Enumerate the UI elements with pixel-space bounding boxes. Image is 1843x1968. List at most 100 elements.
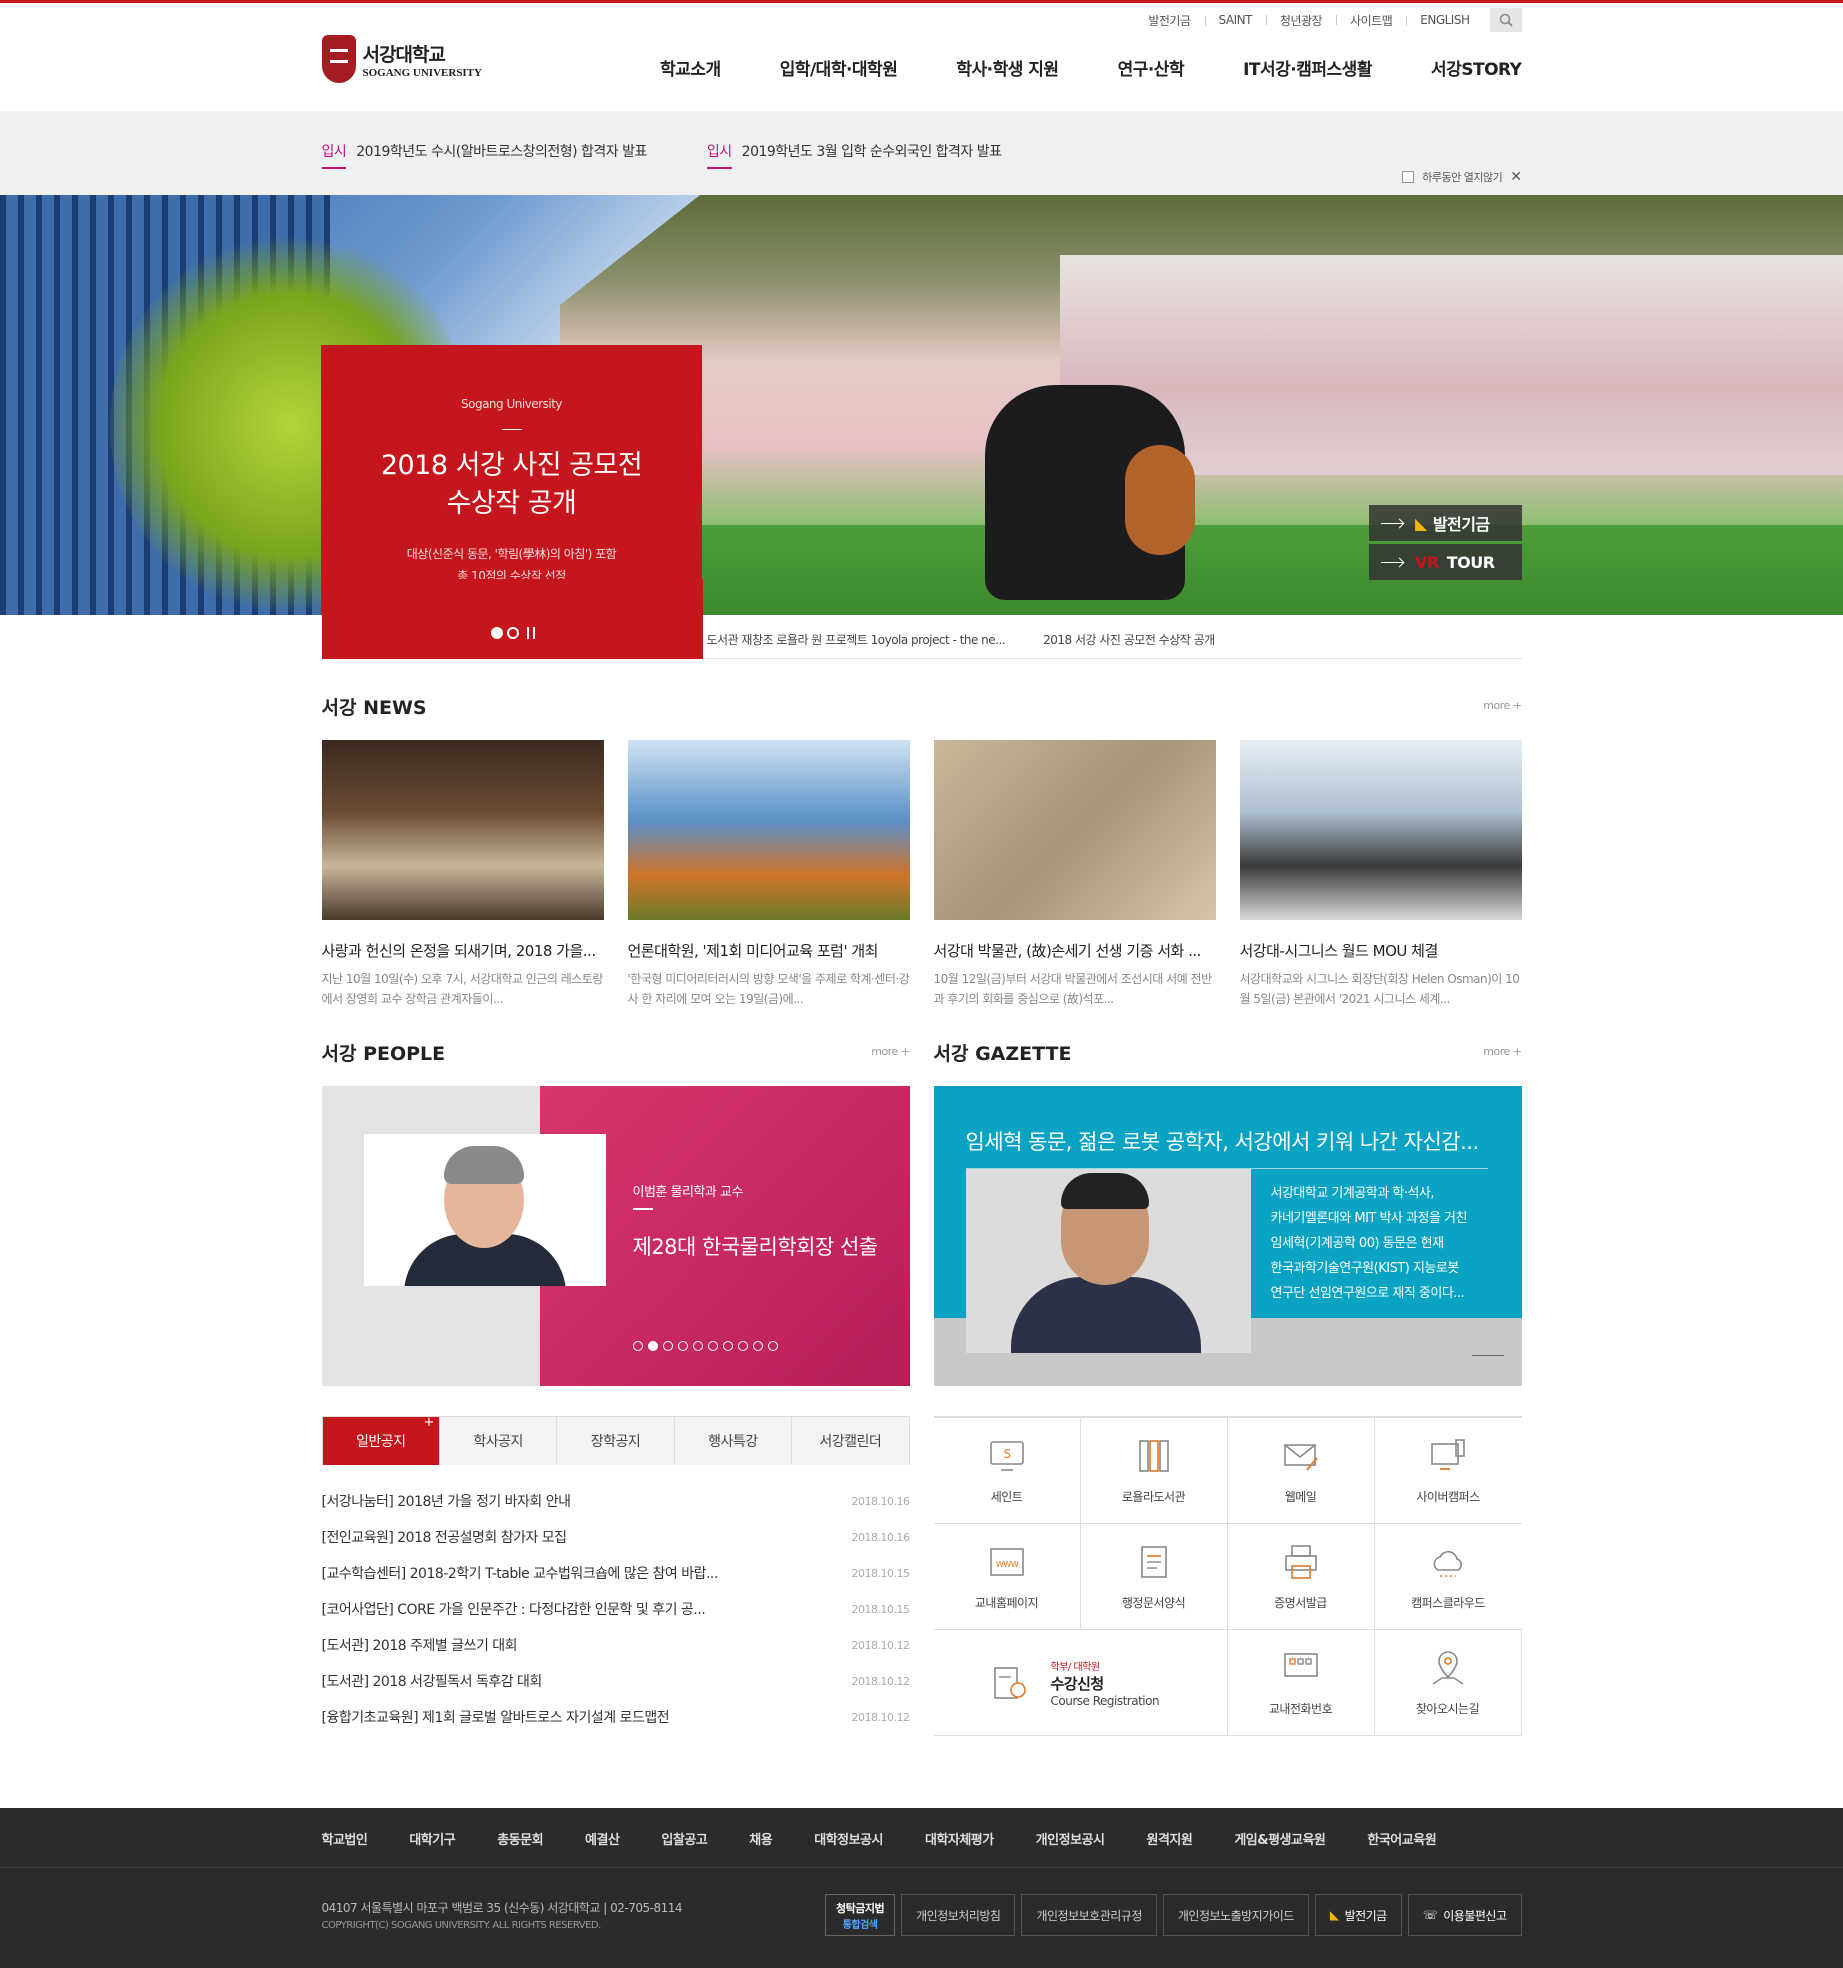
search-icon[interactable]: [1489, 8, 1522, 32]
pager-dot[interactable]: [677, 1341, 688, 1351]
util-sitemap-link[interactable]: 사이트맵: [1336, 12, 1406, 29]
footer-fund-button[interactable]: ◣ 발전기금: [1314, 1894, 1402, 1936]
hero-title-list: 도서관 재창조 로욜라 원 프로젝트 1oyola project - the …: [707, 631, 1253, 648]
hero-list-item[interactable]: 도서관 재창조 로욜라 원 프로젝트 1oyola project - the …: [707, 631, 1006, 648]
slide-dot[interactable]: [491, 627, 503, 639]
footer-info: 04107 서울특별시 마포구 백범로 35 (신수동) 서강대학교 | 02-…: [322, 1900, 683, 1934]
tab-calendar[interactable]: 서강캘린더: [792, 1417, 909, 1465]
close-icon[interactable]: ✕: [1510, 169, 1522, 185]
tab-general[interactable]: 일반공지: [322, 1415, 440, 1465]
footer-link[interactable]: 예결산: [585, 1829, 620, 1848]
footer-link[interactable]: 총동문회: [497, 1829, 543, 1848]
anti-graft-button[interactable]: 청탁금지법 통합검색: [825, 1894, 896, 1936]
pager-dot[interactable]: [632, 1341, 643, 1351]
news-card-title: 사랑과 헌신의 온정을 되새기며, 2018 가을...: [321, 942, 597, 960]
quick-library[interactable]: 로욜라도서관: [1080, 1418, 1228, 1524]
footer-link[interactable]: 대학정보공시: [814, 1829, 883, 1848]
notice-row[interactable]: [전인교육원] 2018 전공설명회 참가자 모집 2018.10.16: [322, 1519, 910, 1555]
util-english-link[interactable]: ENGLISH: [1406, 13, 1483, 27]
pager-dot[interactable]: [707, 1341, 718, 1351]
footer-link[interactable]: 한국어교육원: [1367, 1829, 1436, 1848]
notice-bar-item[interactable]: 입시 2019학년도 수시(알바트로스창의전형) 합격자 발표: [321, 141, 647, 169]
map-pin-icon: [1432, 1651, 1463, 1685]
header-wrap: 발전기금 SAINT 청년광장 사이트맵 ENGLISH 서강대학교 SOGAN…: [321, 3, 1522, 111]
quick-cloud[interactable]: 캠퍼스클라우드: [1374, 1524, 1522, 1630]
pager-dot[interactable]: [662, 1341, 673, 1351]
footer-link[interactable]: 원격지원: [1146, 1829, 1192, 1848]
arrow-right-icon[interactable]: [1471, 1355, 1504, 1356]
news-image-dinner: [321, 740, 604, 920]
footer-link[interactable]: 게임&평생교육원: [1234, 1829, 1326, 1848]
nav-admission[interactable]: 입학/대학·대학원: [780, 55, 898, 80]
svg-text:WWW: WWW: [995, 1560, 1018, 1569]
quick-forms[interactable]: 행정문서양식: [1080, 1524, 1228, 1630]
privacy-guide-button[interactable]: 개인정보노출방지가이드: [1162, 1894, 1309, 1936]
hero-title-line2: 수상작 공개: [446, 488, 577, 519]
notice-row[interactable]: [교수학습센터] 2018-2학기 T-table 교수법워크숍에 많은 참여 …: [322, 1555, 910, 1591]
slide-dot[interactable]: [507, 627, 519, 639]
fund-button[interactable]: ◣ 발전기금: [1369, 505, 1522, 541]
people-banner[interactable]: 이범훈 물리학과 교수 제28대 한국물리학회장 선출: [321, 1086, 910, 1386]
gazette-banner[interactable]: 임세혁 동문, 젊은 로봇 공학자, 서강에서 키워 나간 자신감... 서강대…: [933, 1086, 1522, 1386]
quick-webmail[interactable]: 웹메일: [1227, 1418, 1375, 1524]
nav-story[interactable]: 서강STORY: [1431, 55, 1522, 80]
nav-academic[interactable]: 학사·학생 지원: [956, 55, 1059, 80]
footer-link[interactable]: 대학기구: [409, 1829, 455, 1848]
quick-directions[interactable]: 찾아오시는길: [1374, 1630, 1522, 1736]
quick-certificate[interactable]: 증명서발급: [1227, 1524, 1375, 1630]
news-card[interactable]: 서강대 박물관, (故)손세기 선생 기증 서화 ... 10월 12일(금)부…: [933, 740, 1216, 1009]
news-card[interactable]: 언론대학원, '제1회 미디어교육 포럼' 개최 '한국형 미디어리터러시의 방…: [627, 740, 910, 1009]
quick-course-registration[interactable]: 학부/ 대학원 수강신청 Course Registration: [933, 1630, 1228, 1736]
footer-link[interactable]: 학교법인: [322, 1829, 368, 1848]
privacy-rules-button[interactable]: 개인정보보호관리규정: [1021, 1894, 1157, 1936]
quick-phonebook[interactable]: 교내전화번호: [1227, 1630, 1375, 1736]
util-fund-link[interactable]: 발전기금: [1134, 12, 1204, 29]
people-more-link[interactable]: more +: [871, 1045, 910, 1058]
news-card-desc: 서강대학교와 시그니스 회장단(회장 Helen Osman)이 10월 5일(…: [1239, 972, 1520, 1006]
vr-tour-button[interactable]: VR TOUR: [1369, 544, 1522, 580]
tab-events[interactable]: 행사특강: [674, 1417, 793, 1465]
notice-row[interactable]: [융합기초교육원] 제1회 글로벌 알바트로스 자기설계 로드맵전 2018.10…: [322, 1699, 910, 1735]
hero-caption-box[interactable]: Sogang University 2018 서강 사진 공모전 수상작 공개 …: [321, 345, 702, 615]
university-logo[interactable]: 서강대학교 SOGANG UNIVERSITY: [321, 35, 482, 83]
quick-cyber-campus[interactable]: 사이버캠퍼스: [1374, 1418, 1522, 1524]
bird-icon: ◣: [1329, 1908, 1339, 1922]
util-saint-link[interactable]: SAINT: [1204, 13, 1266, 27]
news-card[interactable]: 사랑과 헌신의 온정을 되새기며, 2018 가을... 지난 10월 10일(…: [321, 740, 604, 1009]
pager-dot[interactable]: [647, 1341, 658, 1351]
close-today-checkbox[interactable]: [1402, 171, 1415, 183]
nav-research[interactable]: 연구·산학: [1118, 55, 1185, 80]
pager-dot[interactable]: [752, 1341, 763, 1351]
notice-row[interactable]: [도서관] 2018 주제별 글쓰기 대회 2018.10.12: [322, 1627, 910, 1663]
gazette-more-link[interactable]: more +: [1483, 1045, 1522, 1058]
util-youth-link[interactable]: 청년광장: [1265, 12, 1336, 29]
footer-link[interactable]: 채용: [749, 1829, 772, 1848]
news-card[interactable]: 서강대-시그니스 월드 MOU 체결 서강대학교와 시그니스 회장단(회장 He…: [1239, 740, 1522, 1009]
footer-link[interactable]: 입찰공고: [661, 1829, 707, 1848]
utility-menu: 발전기금 SAINT 청년광장 사이트맵 ENGLISH: [1134, 8, 1522, 32]
pause-icon[interactable]: [527, 627, 535, 639]
privacy-policy-button[interactable]: 개인정보처리방침: [901, 1894, 1016, 1936]
pager-dot[interactable]: [722, 1341, 733, 1351]
pager-dot[interactable]: [767, 1341, 778, 1351]
news-more-link[interactable]: more +: [1483, 699, 1522, 712]
tab-academic[interactable]: 학사공지: [439, 1417, 558, 1465]
notice-row[interactable]: [도서관] 2018 서강필독서 독후감 대회 2018.10.12: [322, 1663, 910, 1699]
tab-scholarship[interactable]: 장학공지: [557, 1417, 675, 1465]
hero-list-item[interactable]: 2018 서강 사진 공모전 수상작 공개: [1043, 631, 1215, 648]
notice-bar-item[interactable]: 입시 2019학년도 3월 입학 순수외국인 합격자 발표: [706, 141, 1002, 169]
footer-link[interactable]: 대학자체평가: [925, 1829, 994, 1848]
pager-dot[interactable]: [692, 1341, 703, 1351]
nav-about[interactable]: 학교소개: [660, 55, 721, 80]
news-card-title: 언론대학원, '제1회 미디어교육 포럼' 개최: [627, 942, 879, 960]
notice-row[interactable]: [서강나눔터] 2018년 가을 정기 바자회 안내 2018.10.16: [322, 1483, 910, 1519]
quick-homepages[interactable]: WWW 교내홈페이지: [933, 1524, 1081, 1630]
registration-icon: [993, 1666, 1026, 1699]
monitor-icon: [1431, 1439, 1465, 1470]
nav-campus[interactable]: IT서강·캠퍼스생활: [1243, 55, 1372, 80]
pager-dot[interactable]: [737, 1341, 748, 1351]
quick-saint[interactable]: S 세인트: [933, 1418, 1081, 1524]
report-button[interactable]: ☏ 이용불편신고: [1407, 1894, 1522, 1936]
footer-link[interactable]: 개인정보공시: [1036, 1829, 1105, 1848]
notice-row[interactable]: [코어사업단] CORE 가을 인문주간 : 다정다감한 인문학 및 후기 공.…: [322, 1591, 910, 1627]
